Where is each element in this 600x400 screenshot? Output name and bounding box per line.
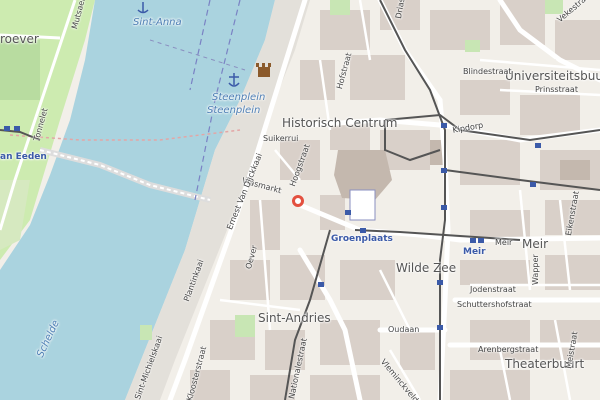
groenplaats-square (349, 189, 376, 221)
park-block (0, 40, 40, 100)
label-oudaan: Oudaan (388, 325, 420, 334)
location-pin-icon[interactable] (292, 195, 304, 207)
label-arenbergstraat: Arenbergstraat (478, 345, 539, 354)
label-jodenstraat: Jodenstraat (470, 285, 516, 294)
label-wilde-zee: Wilde Zee (396, 261, 457, 275)
label-linkeroever: roever (0, 32, 39, 46)
label-schuttershofstraat: Schuttershofstraat (457, 300, 532, 309)
map-canvas[interactable]: roever an Eeden Sint-Anna Steenplein Ste… (0, 0, 600, 400)
label-universiteitsbuurt: Universiteitsbuu (505, 69, 600, 83)
label-steenplein-b: Steenplein (207, 105, 261, 116)
label-groenplaats: Groenplaats (331, 234, 393, 244)
label-prinsstraat: Prinsstraat (535, 85, 578, 94)
building (560, 160, 590, 180)
label-sint-andries: Sint-Andries (258, 311, 331, 325)
label-meir-station: Meir (463, 247, 486, 257)
label-blindestraat: Blindestraat (463, 67, 512, 76)
label-suikerrui: Suikerrui (263, 134, 299, 143)
label-sint-anna: Sint-Anna (133, 17, 182, 28)
label-meir: Meir (495, 238, 513, 247)
label-historisch-centrum: Historisch Centrum (282, 116, 398, 130)
castle-icon (256, 63, 271, 77)
label-wapper: Wapper (531, 254, 540, 285)
label-steenplein-a: Steenplein (212, 92, 266, 103)
label-van-eeden: an Eeden (0, 152, 47, 162)
label-meir-2: Meir (522, 237, 549, 251)
